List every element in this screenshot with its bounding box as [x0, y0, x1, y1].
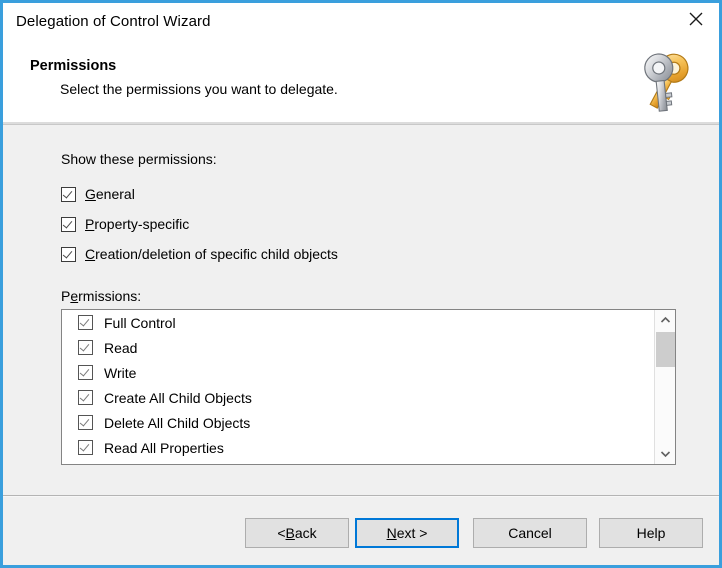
- list-item-label: Read All Properties: [104, 439, 224, 456]
- next-button[interactable]: Next >: [355, 518, 459, 548]
- title-bar: Delegation of Control Wizard: [3, 3, 719, 42]
- page-subtitle: Select the permissions you want to deleg…: [60, 81, 338, 97]
- list-item-label: Read: [104, 339, 138, 356]
- close-icon: [689, 12, 703, 26]
- two-keys-icon: [633, 48, 703, 116]
- checkbox-property-specific-label: Property-specific: [85, 216, 189, 232]
- accel-char: B: [285, 525, 295, 541]
- cancel-button[interactable]: Cancel: [473, 518, 587, 548]
- list-item[interactable]: Delete All Child Objects: [62, 410, 654, 435]
- list-item[interactable]: Full Control: [62, 310, 654, 335]
- list-item-checkbox[interactable]: [78, 440, 93, 455]
- label-rest: eneral: [95, 186, 135, 202]
- checkbox-property-specific-box[interactable]: [61, 216, 76, 232]
- list-item-label: Write: [104, 364, 137, 381]
- list-item-checkbox[interactable]: [78, 340, 93, 355]
- scroll-up-button[interactable]: [655, 310, 675, 330]
- list-item[interactable]: Write: [62, 360, 654, 385]
- back-button[interactable]: < Back: [245, 518, 349, 548]
- label-pre: Help: [636, 525, 666, 541]
- list-item-checkbox[interactable]: [78, 365, 93, 380]
- checkbox-general-box[interactable]: [61, 186, 76, 202]
- checkbox-general[interactable]: General: [61, 184, 135, 204]
- footer-divider: [3, 495, 719, 497]
- accel-char: G: [85, 186, 96, 202]
- accel-char: e: [70, 288, 79, 304]
- label-pre: P: [61, 288, 71, 304]
- page-title: Permissions: [30, 58, 117, 74]
- permissions-list-label: Permissions:: [61, 288, 141, 304]
- accel-char: N: [386, 525, 397, 541]
- help-button[interactable]: Help: [599, 518, 703, 548]
- list-item[interactable]: Read All Properties: [62, 435, 654, 460]
- list-item-label: Delete All Child Objects: [104, 414, 251, 431]
- wizard-body: Show these permissions: General Property…: [3, 125, 719, 495]
- checkbox-creation-deletion[interactable]: Creation/deletion of specific child obje…: [61, 244, 338, 264]
- label-rest: ext >: [396, 525, 428, 541]
- list-item-partial[interactable]: [62, 460, 654, 464]
- window-title: Delegation of Control Wizard: [16, 13, 211, 30]
- list-item-checkbox[interactable]: [78, 415, 93, 430]
- label-rest: rmissions:: [78, 288, 142, 304]
- label-pre: <: [277, 525, 286, 541]
- list-item-checkbox[interactable]: [78, 390, 93, 405]
- checkbox-creation-deletion-label: Creation/deletion of specific child obje…: [85, 246, 338, 262]
- chevron-down-icon: [660, 445, 671, 463]
- wizard-header: Permissions Select the permissions you w…: [3, 42, 719, 122]
- label-rest: roperty-specific: [94, 216, 190, 232]
- show-permissions-label: Show these permissions:: [61, 151, 217, 167]
- list-item[interactable]: Create All Child Objects: [62, 385, 654, 410]
- list-item[interactable]: Read: [62, 335, 654, 360]
- close-button[interactable]: [673, 3, 719, 34]
- checkbox-creation-deletion-box[interactable]: [61, 246, 76, 262]
- label-rest: ack: [294, 525, 317, 541]
- accel-char: P: [85, 216, 95, 232]
- wizard-dialog-window: Delegation of Control Wizard Permissions…: [0, 0, 722, 568]
- listbox-scrollbar[interactable]: [654, 310, 675, 464]
- scrollbar-thumb[interactable]: [656, 332, 675, 367]
- list-item-label: Full Control: [104, 314, 176, 331]
- accel-char: C: [85, 246, 96, 262]
- list-item-checkbox[interactable]: [78, 315, 93, 330]
- list-item-label: Create All Child Objects: [104, 389, 252, 406]
- permissions-list-items: Full Control Read Write Create All Child…: [62, 310, 654, 464]
- checkbox-general-label: General: [85, 186, 135, 202]
- wizard-footer: < Back Next > Cancel Help: [3, 498, 719, 565]
- checkbox-property-specific[interactable]: Property-specific: [61, 214, 189, 234]
- label-pre: Cancel: [508, 525, 552, 541]
- scroll-down-button[interactable]: [655, 444, 675, 464]
- permissions-listbox[interactable]: Full Control Read Write Create All Child…: [61, 309, 676, 465]
- chevron-up-icon: [660, 311, 671, 329]
- label-rest: reation/deletion of specific child objec…: [95, 246, 338, 262]
